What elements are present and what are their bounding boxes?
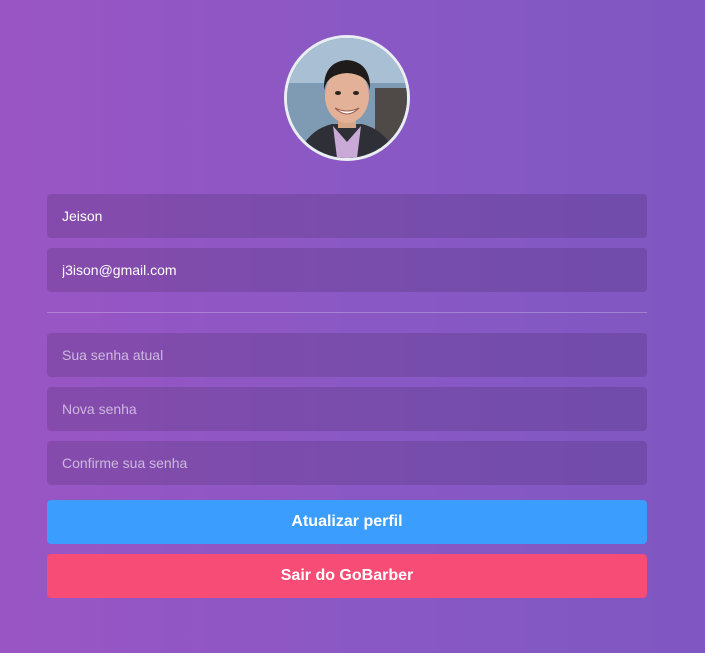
avatar[interactable] <box>284 35 410 161</box>
confirm-password-input[interactable] <box>47 441 647 485</box>
divider <box>47 312 647 313</box>
logout-button[interactable]: Sair do GoBarber <box>47 554 647 598</box>
email-input[interactable] <box>47 248 647 292</box>
update-profile-button[interactable]: Atualizar perfil <box>47 500 647 544</box>
new-password-input[interactable] <box>47 387 647 431</box>
name-input[interactable] <box>47 194 647 238</box>
avatar-photo-icon <box>287 38 407 158</box>
old-password-input[interactable] <box>47 333 647 377</box>
